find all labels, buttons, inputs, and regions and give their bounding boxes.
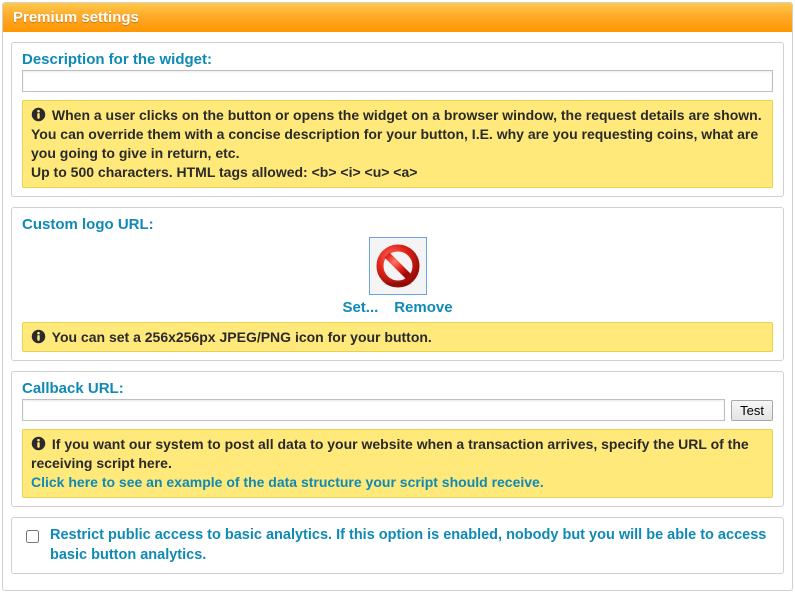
callback-input-row: Test [22, 399, 773, 421]
callback-test-button[interactable]: Test [731, 400, 773, 421]
callback-input[interactable] [22, 399, 725, 421]
logo-label: Custom logo URL: [22, 216, 773, 233]
restrict-row: Restrict public access to basic analytic… [22, 526, 773, 565]
callback-info-text: If you want our system to post all data … [31, 436, 749, 471]
section-callback: Callback URL: Test If you want our syste… [11, 371, 784, 507]
restrict-checkbox[interactable] [26, 530, 39, 543]
info-icon [31, 436, 46, 451]
callback-label: Callback URL: [22, 380, 773, 397]
description-input[interactable] [22, 70, 773, 92]
premium-settings-panel: Premium settings Description for the wid… [2, 2, 793, 591]
section-description: Description for the widget: When a user … [11, 42, 784, 197]
info-icon [31, 107, 46, 122]
callback-info-box: If you want our system to post all data … [22, 429, 773, 498]
logo-info-box: You can set a 256x256px JPEG/PNG icon fo… [22, 322, 773, 353]
description-info-box: When a user clicks on the button or open… [22, 100, 773, 188]
restrict-label[interactable]: Restrict public access to basic analytic… [50, 526, 773, 565]
description-info-text: When a user clicks on the button or open… [31, 107, 762, 161]
panel-title: Premium settings [3, 3, 792, 32]
description-label: Description for the widget: [22, 51, 773, 68]
logo-preview-area: Set... Remove [22, 237, 773, 316]
logo-set-link[interactable]: Set... [342, 299, 378, 316]
info-icon [31, 329, 46, 344]
panel-body: Description for the widget: When a user … [3, 32, 792, 590]
callback-example-link[interactable]: Click here to see an example of the data… [31, 474, 544, 490]
logo-actions: Set... Remove [22, 299, 773, 316]
logo-remove-link[interactable]: Remove [394, 299, 452, 316]
logo-info-text: You can set a 256x256px JPEG/PNG icon fo… [52, 329, 432, 345]
section-restrict: Restrict public access to basic analytic… [11, 517, 784, 574]
logo-preview-frame [369, 237, 427, 295]
section-logo: Custom logo URL: [11, 207, 784, 362]
no-entry-icon [376, 244, 420, 288]
description-info-limit: Up to 500 characters. HTML tags allowed:… [31, 164, 417, 180]
